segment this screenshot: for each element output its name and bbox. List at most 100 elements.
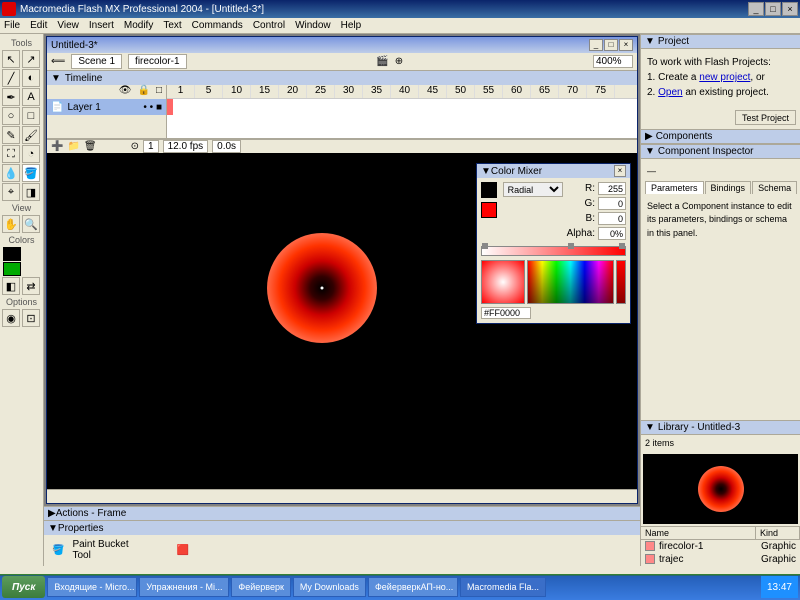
gradient-stop[interactable] xyxy=(482,243,488,249)
b-input[interactable] xyxy=(598,212,626,225)
stroke-color[interactable] xyxy=(3,247,21,261)
lib-col-name[interactable]: Name xyxy=(641,527,756,539)
stage-shape[interactable] xyxy=(267,233,377,343)
mixer-stroke[interactable] xyxy=(481,182,497,198)
back-button[interactable]: ⟸ xyxy=(51,56,65,67)
add-folder-icon[interactable]: 📁 xyxy=(67,141,79,152)
mixer-close[interactable]: × xyxy=(614,165,626,177)
fill-color[interactable] xyxy=(3,262,21,276)
lasso-tool[interactable]: ◐ xyxy=(22,69,40,87)
black-white-button[interactable]: ◧ xyxy=(2,277,20,295)
swap-colors-button[interactable]: ⇄ xyxy=(22,277,40,295)
timeline-header[interactable]: ▼ Timeline xyxy=(47,71,637,85)
component-inspector-header[interactable]: ▼Component Inspector xyxy=(641,144,800,159)
stage[interactable]: ▼Color Mixer× Radial R: xyxy=(47,153,637,489)
text-tool[interactable]: A xyxy=(22,88,40,106)
oval-tool[interactable]: ○ xyxy=(2,107,20,125)
fill-transform-tool[interactable]: ◔ xyxy=(22,145,40,163)
pen-tool[interactable]: ✒ xyxy=(2,88,20,106)
project-header[interactable]: ▼Project xyxy=(641,34,800,49)
outline-icon[interactable]: □ xyxy=(156,85,162,99)
library-item[interactable]: trajecGraphic xyxy=(641,553,800,566)
tab-bindings[interactable]: Bindings xyxy=(705,181,752,194)
gradient-stop[interactable] xyxy=(568,243,574,249)
stage-scrollbar[interactable] xyxy=(47,489,637,503)
doc-maximize[interactable]: □ xyxy=(604,39,618,51)
brush-tool[interactable]: 🖌 xyxy=(22,126,40,144)
add-layer-icon[interactable]: ➕ xyxy=(51,141,63,152)
maximize-button[interactable]: □ xyxy=(765,2,781,16)
menu-insert[interactable]: Insert xyxy=(89,20,114,31)
transform-tool[interactable]: ⛶ xyxy=(2,145,20,163)
system-tray[interactable]: 13:47 xyxy=(761,576,798,598)
test-project-button[interactable]: Test Project xyxy=(735,110,796,125)
gradient-stop[interactable] xyxy=(619,243,625,249)
library-item[interactable]: firecolor-1Graphic xyxy=(641,540,800,553)
eyedropper-tool[interactable]: ⌖ xyxy=(2,183,20,201)
actions-panel-header[interactable]: ▶Actions - Frame xyxy=(44,506,640,520)
menu-modify[interactable]: Modify xyxy=(124,20,153,31)
r-input[interactable] xyxy=(598,182,626,195)
rect-tool[interactable]: □ xyxy=(22,107,40,125)
lib-col-kind[interactable]: Kind xyxy=(756,527,800,539)
hex-input[interactable] xyxy=(481,307,531,319)
menu-control[interactable]: Control xyxy=(253,20,285,31)
fill-swatch-prop[interactable]: 🟥 xyxy=(177,545,189,556)
taskbar-item[interactable]: Упражнения - Mi... xyxy=(139,577,229,597)
mixer-fill[interactable] xyxy=(481,202,497,218)
open-project-link[interactable]: Open xyxy=(658,87,682,98)
start-button[interactable]: Пуск xyxy=(2,576,45,598)
option-1[interactable]: ◉ xyxy=(2,309,20,327)
edit-symbol-icon[interactable]: ⊕ xyxy=(395,56,403,67)
paint-bucket-tool[interactable]: 🪣 xyxy=(22,164,40,182)
frame-row[interactable] xyxy=(167,99,637,115)
frame-ruler[interactable]: 151015202530354045505560657075 xyxy=(167,85,637,99)
taskbar-item[interactable]: Фейерверк xyxy=(231,577,291,597)
symbol-crumb[interactable]: firecolor-1 xyxy=(128,54,186,69)
subselect-tool[interactable]: ↗ xyxy=(22,50,40,68)
properties-header[interactable]: ▼Properties xyxy=(44,521,640,535)
taskbar-item[interactable]: ФейерверкАП-но... xyxy=(368,577,458,597)
menu-file[interactable]: File xyxy=(4,20,20,31)
eye-icon[interactable]: 👁 xyxy=(119,85,132,99)
taskbar-item[interactable]: My Downloads xyxy=(293,577,366,597)
tab-parameters[interactable]: Parameters xyxy=(645,181,704,194)
minimize-button[interactable]: _ xyxy=(748,2,764,16)
pencil-tool[interactable]: ✎ xyxy=(2,126,20,144)
ink-tool[interactable]: 💧 xyxy=(2,164,20,182)
menu-commands[interactable]: Commands xyxy=(192,20,243,31)
components-header[interactable]: ▶Components xyxy=(641,129,800,144)
zoom-field[interactable] xyxy=(593,55,633,68)
new-project-link[interactable]: new project xyxy=(699,72,750,83)
taskbar-item[interactable]: Входящие - Micro... xyxy=(47,577,137,597)
menu-help[interactable]: Help xyxy=(341,20,362,31)
alpha-input[interactable] xyxy=(598,227,626,240)
taskbar-item-active[interactable]: Macromedia Fla... xyxy=(460,577,546,597)
layer-row[interactable]: 📄 Layer 1 • • ■ xyxy=(47,99,166,115)
close-button[interactable]: × xyxy=(782,2,798,16)
delete-layer-icon[interactable]: 🗑 xyxy=(84,141,97,152)
menu-window[interactable]: Window xyxy=(295,20,331,31)
zoom-tool[interactable]: 🔍 xyxy=(22,215,40,233)
lock-icon[interactable]: 🔒 xyxy=(138,85,150,99)
hand-tool[interactable]: ✋ xyxy=(2,215,20,233)
line-tool[interactable]: ╱ xyxy=(2,69,20,87)
fill-type-select[interactable]: Radial xyxy=(503,182,563,197)
document-tab[interactable]: Untitled-3* xyxy=(51,40,98,51)
hue-slider[interactable] xyxy=(616,260,626,304)
tab-schema[interactable]: Schema xyxy=(752,181,797,194)
menu-edit[interactable]: Edit xyxy=(30,20,47,31)
library-header[interactable]: ▼Library - Untitled-3 xyxy=(641,420,800,435)
doc-minimize[interactable]: _ xyxy=(589,39,603,51)
edit-scene-icon[interactable]: 🎬 xyxy=(376,56,388,67)
spectrum-picker[interactable] xyxy=(527,260,614,304)
selection-tool[interactable]: ↖ xyxy=(2,50,20,68)
eraser-tool[interactable]: ◨ xyxy=(22,183,40,201)
g-input[interactable] xyxy=(598,197,626,210)
gradient-bar[interactable] xyxy=(481,246,626,256)
scene-crumb[interactable]: Scene 1 xyxy=(71,54,122,69)
menu-text[interactable]: Text xyxy=(163,20,181,31)
onion-skin-icon[interactable]: ⊙ xyxy=(131,141,139,152)
menu-view[interactable]: View xyxy=(57,20,79,31)
doc-close[interactable]: × xyxy=(619,39,633,51)
